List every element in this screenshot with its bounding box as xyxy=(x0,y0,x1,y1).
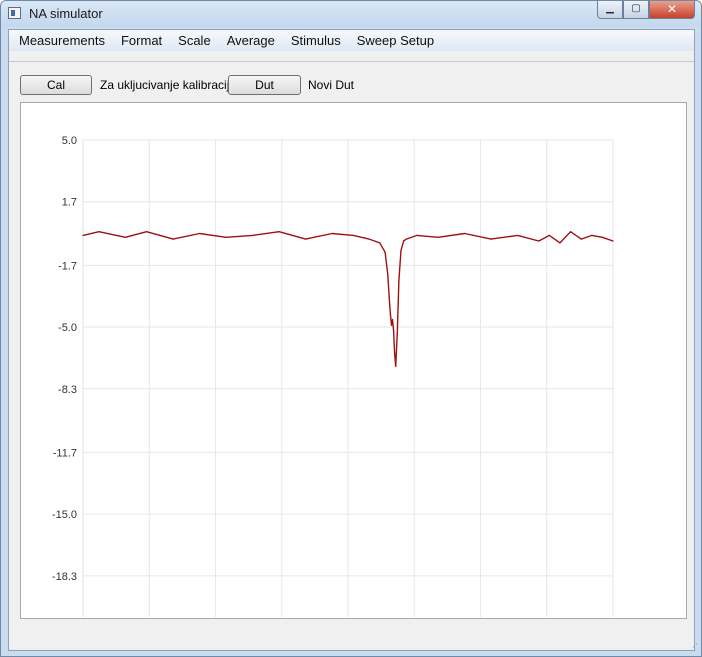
cal-label: Za ukljucivanje kalibracije xyxy=(100,78,237,92)
data-point xyxy=(538,240,540,242)
client-area: Measurements Format Scale Average Stimul… xyxy=(8,29,695,651)
data-point xyxy=(490,238,492,240)
y-tick-label: 1.7 xyxy=(62,197,77,209)
menu-format[interactable]: Format xyxy=(113,30,170,51)
line-chart: 5.0 1.7 -1.7 -5.0 -8.3 -11.7 -15.0 -18.3 xyxy=(52,135,614,617)
data-point xyxy=(352,234,354,236)
menu-scale[interactable]: Scale xyxy=(170,30,219,51)
data-point xyxy=(391,318,394,321)
data-point xyxy=(389,313,391,315)
data-point xyxy=(82,234,84,236)
app-window: NA simulator ▁ ▢ ✕ Measurements Format S… xyxy=(0,0,702,657)
data-point xyxy=(331,232,333,235)
data-point xyxy=(580,238,582,240)
cal-button[interactable]: Cal xyxy=(20,75,92,95)
data-point xyxy=(305,238,307,240)
minimize-button[interactable]: ▁ xyxy=(597,1,623,19)
data-point xyxy=(98,231,100,233)
data-point xyxy=(278,231,280,233)
data-point xyxy=(464,232,466,235)
data-point xyxy=(398,279,400,281)
data-point xyxy=(396,332,398,334)
menu-measurements[interactable]: Measurements xyxy=(11,30,113,51)
resize-grip[interactable]: ⋰ xyxy=(689,642,698,653)
toolbar-separator xyxy=(9,61,694,62)
data-point xyxy=(570,231,572,233)
window-title: NA simulator xyxy=(29,6,103,21)
y-tick-label: -8.3 xyxy=(58,384,77,396)
data-point xyxy=(405,238,407,240)
menu-bar: Measurements Format Scale Average Stimul… xyxy=(9,30,694,51)
menu-stimulus[interactable]: Stimulus xyxy=(283,30,349,51)
data-point xyxy=(400,249,402,251)
menu-average[interactable]: Average xyxy=(219,30,283,51)
data-point xyxy=(403,240,405,242)
data-point xyxy=(124,236,126,238)
menu-sweep-setup[interactable]: Sweep Setup xyxy=(349,30,442,51)
data-point xyxy=(172,238,174,240)
chart-panel: 5.0 1.7 -1.7 -5.0 -8.3 -11.7 -15.0 -18.3 xyxy=(20,102,687,619)
data-point xyxy=(225,236,227,238)
data-point xyxy=(559,242,561,244)
y-tick-label: -15.0 xyxy=(52,509,77,521)
data-point xyxy=(517,234,519,236)
dut-label: Novi Dut xyxy=(308,78,355,92)
data-point xyxy=(416,234,418,236)
data-point xyxy=(591,234,593,236)
data-point xyxy=(395,365,397,367)
y-tick-label: -18.3 xyxy=(52,571,77,583)
data-point xyxy=(394,352,396,354)
data-point xyxy=(146,231,148,233)
data-point xyxy=(601,236,604,238)
y-tick-label: -11.7 xyxy=(53,447,77,459)
maximize-button[interactable]: ▢ xyxy=(623,1,649,19)
close-button[interactable]: ✕ xyxy=(649,1,695,19)
data-point xyxy=(437,236,439,238)
data-point xyxy=(387,274,389,276)
data-point xyxy=(388,298,390,300)
data-point xyxy=(368,238,370,240)
dut-button[interactable]: Dut xyxy=(228,75,301,95)
app-icon xyxy=(8,7,21,19)
y-tick-label: 5.0 xyxy=(62,135,77,147)
data-point xyxy=(199,232,201,235)
y-tick-label: -5.0 xyxy=(58,322,77,334)
data-point xyxy=(390,324,393,326)
data-point xyxy=(392,330,395,332)
data-point xyxy=(384,251,386,253)
title-bar[interactable]: NA simulator ▁ ▢ ✕ xyxy=(1,1,701,27)
data-point xyxy=(548,234,551,236)
y-tick-label: -1.7 xyxy=(58,260,77,272)
data-point xyxy=(379,242,381,244)
data-point xyxy=(612,240,614,242)
data-point xyxy=(252,234,254,236)
